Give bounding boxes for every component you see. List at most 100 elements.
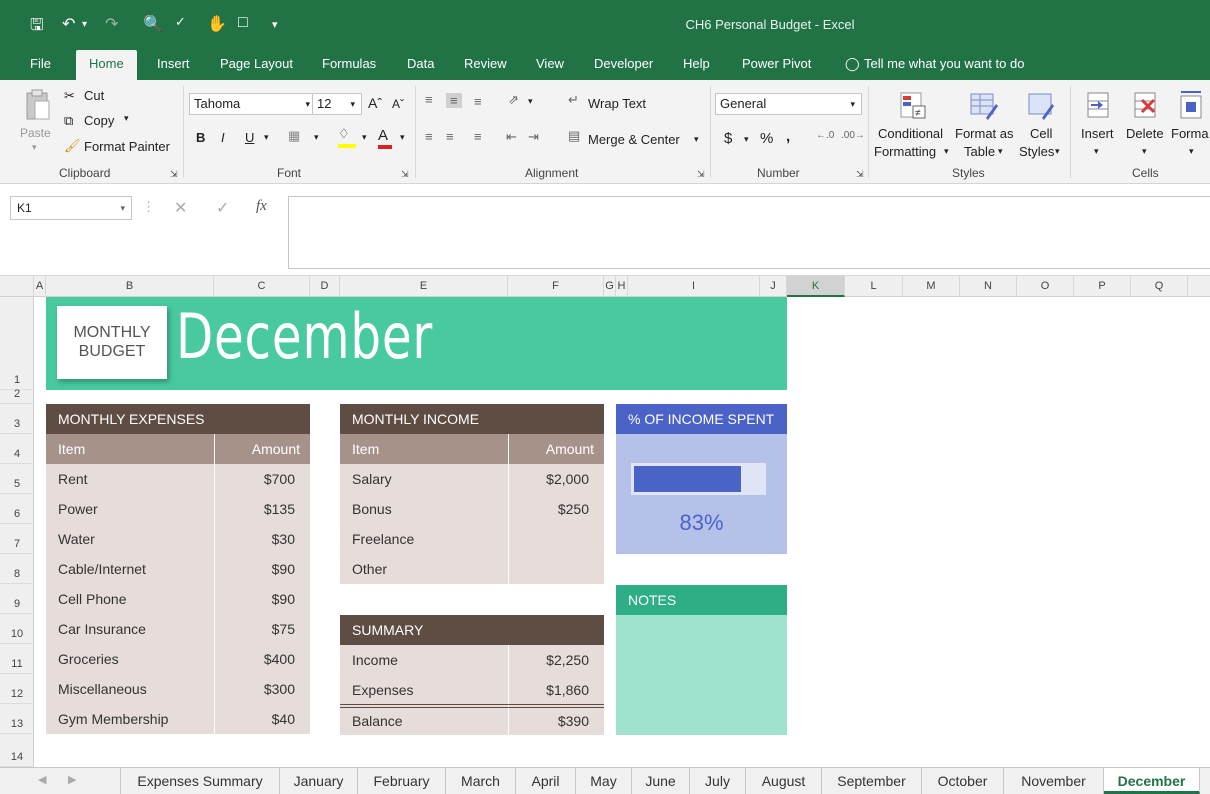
tab-review[interactable]: Review (462, 50, 509, 80)
select-all-corner[interactable] (0, 276, 34, 297)
column-header-m[interactable]: M (903, 276, 960, 297)
expense-item[interactable]: Water (58, 524, 95, 554)
font-color-dropdown-icon[interactable]: ▾ (400, 132, 405, 143)
align-bottom-icon[interactable]: ≡ (474, 94, 482, 109)
income-item[interactable]: Salary (352, 464, 392, 494)
grow-font-icon[interactable]: Aˆ (368, 95, 382, 111)
cancel-icon[interactable]: ✕ (174, 198, 187, 218)
column-header-c[interactable]: C (214, 276, 310, 297)
alignment-launcher-icon[interactable]: ⇲ (697, 169, 705, 180)
summary-amount[interactable]: $1,860 (508, 675, 589, 705)
cut-button[interactable]: Cut (84, 88, 104, 103)
function-icon[interactable]: fx (256, 198, 267, 215)
summary-item[interactable]: Balance (352, 706, 403, 736)
tab-help[interactable]: Help (681, 50, 712, 80)
income-item[interactable]: Bonus (352, 494, 392, 524)
row-header-11[interactable]: 11 (0, 644, 34, 674)
align-center-icon[interactable]: ≡ (446, 129, 454, 144)
comma-button[interactable]: , (786, 128, 790, 145)
number-format-select[interactable]: General ▾ (715, 93, 862, 115)
underline-dropdown-icon[interactable]: ▾ (264, 132, 269, 143)
shrink-font-icon[interactable]: Aˇ (392, 97, 404, 111)
expense-amount[interactable]: $30 (214, 524, 295, 554)
row-header-6[interactable]: 6 (0, 494, 34, 524)
expense-amount[interactable]: $135 (214, 494, 295, 524)
expense-item[interactable]: Rent (58, 464, 88, 494)
expense-amount[interactable]: $300 (214, 674, 295, 704)
tab-view[interactable]: View (534, 50, 566, 80)
decrease-indent-icon[interactable]: ⇤ (506, 129, 517, 145)
decrease-decimal-icon[interactable]: .00→ (841, 130, 865, 141)
expense-item[interactable]: Gym Membership (58, 704, 168, 734)
column-header-g[interactable]: G (604, 276, 616, 297)
format-painter-button[interactable]: Format Painter (84, 139, 170, 154)
column-header-j[interactable]: J (760, 276, 787, 297)
row-header-10[interactable]: 10 (0, 614, 34, 644)
column-header-a[interactable]: A (34, 276, 46, 297)
expense-amount[interactable]: $700 (214, 464, 295, 494)
sheet-tab-january[interactable]: January (280, 768, 358, 794)
borders-dropdown-icon[interactable]: ▾ (314, 132, 319, 143)
paste-button[interactable]: Paste (20, 126, 51, 140)
paste-icon[interactable] (22, 88, 52, 122)
expense-item[interactable]: Car Insurance (58, 614, 146, 644)
copy-dropdown-icon[interactable]: ▾ (124, 113, 129, 124)
row-header-4[interactable]: 4 (0, 434, 34, 464)
income-amount[interactable]: $250 (508, 494, 589, 524)
expense-item[interactable]: Cable/Internet (58, 554, 146, 584)
expense-amount[interactable]: $75 (214, 614, 295, 644)
sheet-tab-july[interactable]: July (690, 768, 746, 794)
row-header-7[interactable]: 7 (0, 524, 34, 554)
column-header-d[interactable]: D (310, 276, 340, 297)
expense-item[interactable]: Cell Phone (58, 584, 127, 614)
row-header-1[interactable]: 1 (0, 297, 34, 390)
sheet-tab-march[interactable]: March (446, 768, 516, 794)
column-header-h[interactable]: H (616, 276, 628, 297)
delete-cells-button[interactable]: Delete (1126, 126, 1164, 141)
align-middle-icon[interactable]: ≡ (446, 93, 462, 108)
sheet-tab-june[interactable]: June (632, 768, 690, 794)
format-as-table-button-line2[interactable]: Table (964, 144, 995, 159)
row-header-8[interactable]: 8 (0, 554, 34, 584)
tab-developer[interactable]: Developer (592, 50, 655, 80)
sheet-tab-august[interactable]: August (746, 768, 822, 794)
row-header-9[interactable]: 9 (0, 584, 34, 614)
summary-item[interactable]: Expenses (352, 675, 413, 705)
orientation-dropdown-icon[interactable]: ▾ (528, 96, 533, 107)
tell-me-search[interactable]: Tell me what you want to do (862, 50, 1026, 80)
income-item[interactable]: Freelance (352, 524, 414, 554)
fill-color-icon[interactable]: ♢ (338, 126, 356, 148)
underline-button[interactable]: U (245, 130, 254, 145)
expense-item[interactable]: Groceries (58, 644, 119, 674)
orientation-icon[interactable]: ⇗ (508, 92, 519, 108)
align-left-icon[interactable]: ≡ (425, 129, 433, 144)
row-header-3[interactable]: 3 (0, 404, 34, 434)
scroll-right-icon[interactable]: ▶ (68, 773, 76, 786)
column-header-o[interactable]: O (1017, 276, 1074, 297)
scroll-left-icon[interactable]: ◀ (38, 773, 46, 786)
summary-amount[interactable]: $390 (508, 706, 589, 736)
column-header-i[interactable]: I (628, 276, 760, 297)
income-item[interactable]: Other (352, 554, 387, 584)
wrap-text-button[interactable]: Wrap Text (588, 96, 646, 111)
expense-amount[interactable]: $400 (214, 644, 295, 674)
percent-button[interactable]: % (760, 130, 773, 147)
summary-amount[interactable]: $2,250 (508, 645, 589, 675)
sheet-tab-october[interactable]: October (922, 768, 1004, 794)
sheet-tab-september[interactable]: September (822, 768, 922, 794)
expense-item[interactable]: Miscellaneous (58, 674, 147, 704)
expense-amount[interactable]: $40 (214, 704, 295, 734)
font-color-icon[interactable]: A (378, 127, 392, 149)
cell-styles-button[interactable]: Cell (1030, 126, 1052, 141)
merge-center-button[interactable]: Merge & Center (588, 132, 680, 147)
name-box[interactable]: K1 ▾ (10, 196, 132, 220)
column-header-l[interactable]: L (845, 276, 903, 297)
sheet-tab-december[interactable]: December (1104, 768, 1200, 794)
align-right-icon[interactable]: ≡ (474, 129, 482, 144)
increase-decimal-icon[interactable]: ←.0 (816, 130, 834, 141)
conditional-formatting-button[interactable]: Conditional (878, 126, 943, 141)
font-size-select[interactable]: 12 ▾ (312, 93, 362, 115)
income-amount[interactable] (508, 524, 589, 554)
format-as-table-button[interactable]: Format as (955, 126, 1014, 141)
tab-power-pivot[interactable]: Power Pivot (740, 50, 813, 80)
